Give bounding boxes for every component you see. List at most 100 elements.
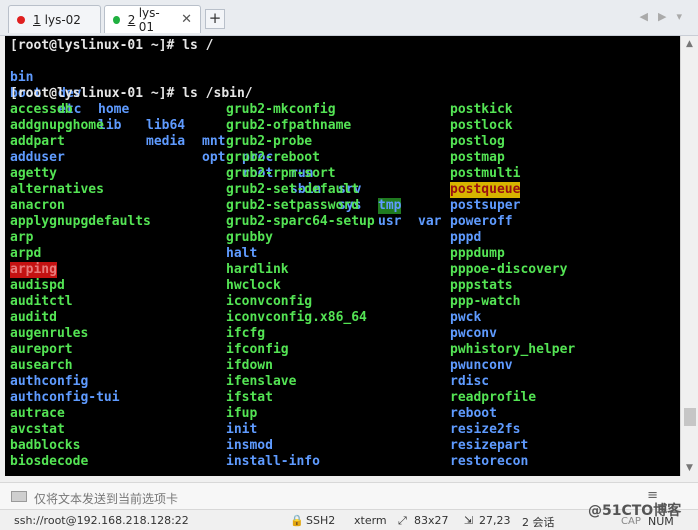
sbin-entry: addgnupghome [10, 118, 104, 133]
sbin-entry: autrace [10, 406, 65, 421]
sbin-entry: pppdump [450, 246, 505, 261]
dir-entry: usr [378, 214, 402, 229]
sbin-entry: pppd [450, 230, 482, 245]
sbin-entry: adduser [10, 150, 65, 165]
tab-label: lys-02 [44, 12, 81, 27]
sbin-entry: ppp-watch [450, 294, 521, 309]
scroll-thumb[interactable] [684, 408, 696, 426]
scroll-down-icon[interactable]: ▼ [681, 460, 698, 476]
sbin-entry: halt [226, 246, 258, 261]
sbin-entry: authconfig-tui [10, 390, 120, 405]
sbin-entry: badblocks [10, 438, 81, 453]
sbin-entry: rdisc [450, 374, 490, 389]
connection-string: ssh://root@192.168.218.128:22 [14, 514, 189, 527]
sbin-entry: pwunconv [450, 358, 513, 373]
sbin-entry: restorecon [450, 454, 529, 469]
sbin-entry: postlog [450, 134, 505, 149]
sbin-entry: audispd [10, 278, 65, 293]
sbin-entry: resize2fs [450, 422, 521, 437]
sbin-entry: postmulti [450, 166, 521, 181]
sbin-entry: poweroff [450, 214, 513, 229]
sbin-entry: insmod [226, 438, 273, 453]
sbin-entry: augenrules [10, 326, 89, 341]
sbin-entry: grub2-mkconfig [226, 102, 336, 117]
sbin-entry: arp [10, 230, 34, 245]
sbin-entry: biosdecode [10, 454, 89, 469]
tab-label: lys-01 [138, 5, 160, 34]
tab-scroll-arrows-icon[interactable]: ◀▶▾ [640, 10, 692, 23]
sbin-entry: hardlink [226, 262, 289, 277]
dir-entry: opt [202, 150, 226, 165]
scroll-up-icon[interactable]: ▲ [681, 36, 698, 52]
vertical-scrollbar[interactable]: ▲ ▼ [680, 36, 698, 476]
terminal-size: 83x27 [414, 514, 449, 527]
sbin-entry: ifdown [226, 358, 273, 373]
sbin-entry: grub2-ofpathname [226, 118, 352, 133]
dir-entry: lib64 [146, 118, 186, 133]
sbin-entry: ifup [226, 406, 258, 421]
sbin-entry: ifenslave [226, 374, 297, 389]
sbin-entry: applygnupgdefaults [10, 214, 151, 229]
sbin-entry: pwhistory_helper [450, 342, 576, 357]
terminal-output[interactable]: [root@lyslinux-01 ~]# ls / bin dev home … [5, 36, 680, 476]
session-count: 2 会话 [522, 516, 555, 529]
sbin-entry: grub2-reboot [226, 150, 320, 165]
prompt-line: [root@lyslinux-01 ~]# ls / [10, 38, 214, 53]
sbin-entry: ifcfg [226, 326, 266, 341]
sbin-entry: agetty [10, 166, 57, 181]
status-dot-icon [17, 15, 25, 24]
sbin-entry: postmap [450, 150, 505, 165]
sbin-entry: pwck [450, 310, 482, 325]
sbin-entry: install-info [226, 454, 320, 469]
tab-index: 1 [33, 12, 41, 27]
close-icon[interactable]: ✕ [181, 12, 192, 27]
sbin-entry: pwconv [450, 326, 497, 341]
sbin-entry: authconfig [10, 374, 89, 389]
status-dot-icon [113, 15, 120, 24]
sbin-entry: resizepart [450, 438, 529, 453]
keyboard-icon [11, 491, 27, 502]
sbin-entry: pppoe-discovery [450, 262, 568, 277]
sbin-entry: grub2-rpm-sort [226, 166, 336, 181]
lock-icon: 🔒 [290, 514, 304, 527]
send-input[interactable]: 仅将文本发送到当前选项卡 [34, 490, 178, 507]
sbin-entry: ifconfig [226, 342, 289, 357]
dir-entry-sticky: tmp [378, 198, 402, 214]
dir-entry: media [146, 134, 186, 149]
sbin-entry: arpd [10, 246, 42, 261]
sbin-entry: aureport [10, 342, 73, 357]
sbin-entry: postqueue [450, 182, 521, 198]
sbin-entry: iconvconfig [226, 294, 313, 309]
resize-icon: ⤢ [398, 514, 407, 527]
sbin-entry: arping [10, 262, 57, 278]
ls-root-row-2: boot etc lib media opt root sbin sys usr [10, 70, 401, 229]
dir-entry: home [98, 102, 130, 117]
protocol: SSH2 [306, 514, 336, 527]
sbin-entry: avcstat [10, 422, 65, 437]
tab-lys-02[interactable]: 1 lys-02 [8, 5, 101, 33]
sbin-entry: iconvconfig.x86_64 [226, 310, 367, 325]
sbin-entry: grub2-setpassword [226, 198, 360, 213]
prompt-line: [root@lyslinux-01 ~]# ls /sbin/ [10, 86, 253, 101]
tab-lys-01[interactable]: 2 lys-01 ✕ [104, 5, 201, 34]
sbin-entry: hwclock [226, 278, 281, 293]
sbin-entry: postkick [450, 102, 513, 117]
terminal-type: xterm [354, 514, 387, 527]
tab-index: 2 [127, 12, 136, 27]
sbin-entry: auditctl [10, 294, 73, 309]
sbin-entry: addpart [10, 134, 65, 149]
sbin-entry: readprofile [450, 390, 537, 405]
sbin-entry: accessdb [10, 102, 73, 117]
cursor-position: 27,23 [479, 514, 511, 527]
sbin-entry: reboot [450, 406, 497, 421]
cursor-icon: ⇲ [464, 514, 474, 527]
sbin-entry: anacron [10, 198, 65, 213]
sbin-entry: ifstat [226, 390, 273, 405]
add-tab-button[interactable]: + [205, 9, 225, 29]
ls-root-row-1: bin dev home lib64 mnt proc run srv tmp … [10, 54, 441, 229]
sbin-entry: init [226, 422, 258, 437]
sbin-entry: auditd [10, 310, 57, 325]
sbin-entry: grub2-probe [226, 134, 313, 149]
tab-bar: 1 lys-02 2 lys-01 ✕ + ◀▶▾ [0, 0, 698, 36]
sbin-entry: grubby [226, 230, 273, 245]
